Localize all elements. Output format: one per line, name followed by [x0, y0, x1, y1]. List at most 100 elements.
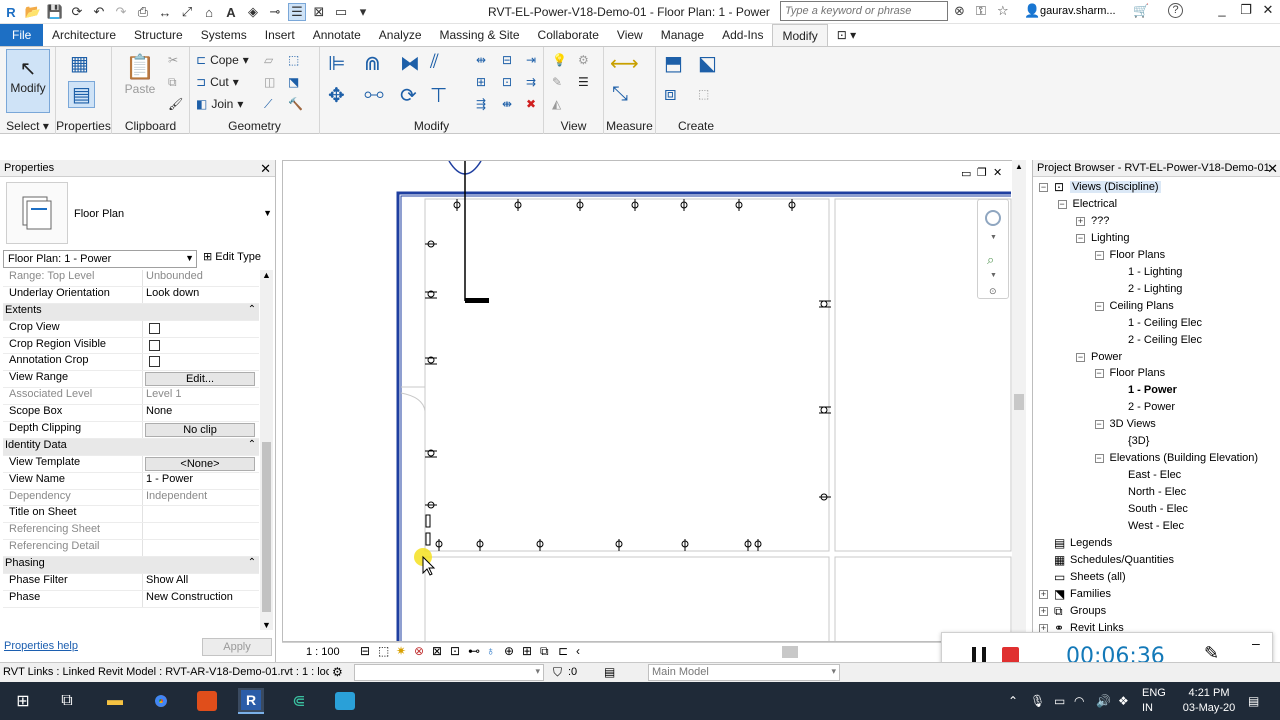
hide-element-icon[interactable]: 💡	[552, 53, 567, 67]
pause-icon[interactable]	[972, 647, 986, 663]
mirror-axis-icon[interactable]: ⧓	[400, 51, 420, 76]
browser-node[interactable]: Ceiling Plans	[1110, 300, 1174, 312]
browser-node[interactable]: Views (Discipline)	[1070, 181, 1161, 193]
property-value[interactable]: Look down	[143, 287, 259, 303]
property-row[interactable]: Phase Filter Show All	[3, 574, 259, 591]
tab-structure[interactable]: Structure	[125, 24, 192, 46]
filter-icon[interactable]: ⛉	[553, 665, 562, 680]
switch-windows-icon[interactable]: ▭	[332, 3, 350, 21]
tab-insert[interactable]: Insert	[256, 24, 304, 46]
extend-icon[interactable]: ⇶	[476, 97, 486, 111]
section-icon[interactable]: ⊸	[266, 3, 284, 21]
array-icon[interactable]: ⇥	[526, 53, 536, 67]
mirror-draw-icon[interactable]: ⫽	[430, 51, 439, 74]
text-icon[interactable]: A	[222, 3, 240, 21]
star-icon[interactable]: ☆	[997, 3, 1009, 19]
pin-icon[interactable]: ⊟	[502, 53, 512, 67]
scroll-up-icon[interactable]: ▲	[1015, 162, 1023, 171]
close-button[interactable]: ✕	[1256, 2, 1280, 22]
property-row[interactable]: Referencing Sheet	[3, 523, 259, 541]
remove-paint-icon[interactable]: ⟋	[264, 97, 272, 112]
trim-extend-icon[interactable]: ⇉	[526, 75, 536, 89]
close-icon[interactable]: ✕	[1267, 161, 1278, 176]
property-group-header[interactable]: Phasing ⌃	[3, 557, 259, 575]
property-row[interactable]: Crop View	[3, 320, 259, 338]
property-value[interactable]: Show All	[143, 574, 259, 590]
collapse-icon[interactable]: −	[1094, 420, 1104, 430]
property-value[interactable]: New Construction	[143, 591, 259, 607]
property-button[interactable]: <None>	[145, 456, 255, 471]
temporary-hide-icon[interactable]: ⊷	[468, 644, 480, 658]
minimize-button[interactable]: _	[1210, 2, 1234, 22]
property-button[interactable]: No clip	[145, 423, 255, 437]
collapse-icon[interactable]: −	[1094, 369, 1104, 379]
property-row[interactable]: Underlay Orientation Look down	[3, 286, 259, 304]
help-icon[interactable]: ?	[1168, 3, 1183, 18]
design-option-dropdown[interactable]: Main Model ▾	[648, 664, 840, 681]
view-close-icon[interactable]: ✕	[993, 166, 1002, 179]
property-row[interactable]: View Template <None>	[3, 455, 259, 473]
modify-button[interactable]: ↖ Modify	[6, 49, 50, 113]
browser-node[interactable]: Floor Plans	[1110, 249, 1166, 261]
collapse-icon[interactable]: −	[1094, 250, 1104, 260]
tab-add-ins[interactable]: Add-Ins	[713, 24, 772, 46]
expand-icon[interactable]: +	[1039, 606, 1048, 616]
trim-icon[interactable]: ⊤	[430, 83, 447, 108]
highlight-displacement-icon[interactable]: ⧉	[540, 644, 549, 659]
type-selector[interactable]: Floor Plan ▼	[4, 182, 274, 248]
property-group-header[interactable]: Extents ⌃	[3, 303, 259, 321]
browser-node[interactable]: Groups	[1070, 605, 1106, 617]
browser-node[interactable]: South - Elec	[1128, 503, 1188, 515]
revit-icon[interactable]: R	[238, 688, 264, 714]
close-hidden-icon[interactable]: ⊠	[310, 3, 328, 21]
property-button[interactable]: Edit...	[145, 372, 255, 387]
apply-button[interactable]: Apply	[202, 638, 272, 656]
create-parts-icon[interactable]: ⬕	[698, 51, 717, 76]
horizontal-scrollbar[interactable]	[782, 646, 798, 658]
browser-node[interactable]: 2 - Power	[1128, 401, 1175, 413]
tab-view[interactable]: View	[608, 24, 652, 46]
crop-view-icon[interactable]: ⊠	[432, 644, 442, 658]
property-row[interactable]: Scope Box None	[3, 405, 259, 423]
align-icon[interactable]: ⊫	[328, 51, 345, 76]
wall-joins-icon[interactable]: ⬚	[288, 53, 299, 67]
binoculars-icon[interactable]: ⊗	[954, 3, 965, 19]
demolish-geometry-icon[interactable]: ⬔	[288, 75, 299, 89]
subscription-icon[interactable]: ⚿	[976, 3, 986, 19]
browser-node[interactable]: Sheets (all)	[1070, 571, 1126, 583]
match-properties-icon[interactable]: 🖌	[168, 97, 183, 111]
create-similar-icon[interactable]: ⬚	[698, 87, 709, 101]
tab-modify[interactable]: Modify	[772, 24, 828, 46]
notifications-icon[interactable]: ▤	[1248, 694, 1259, 708]
ribbon-options-icon[interactable]: ⊡ ▾	[828, 24, 865, 46]
tab-analyze[interactable]: Analyze	[370, 24, 431, 46]
property-row[interactable]: Associated Level Level 1	[3, 388, 259, 406]
tab-systems[interactable]: Systems	[192, 24, 256, 46]
property-row[interactable]: Referencing Detail	[3, 540, 259, 558]
browser-node[interactable]: West - Elec	[1128, 520, 1184, 532]
user-name[interactable]: gaurav.sharm...	[1040, 5, 1116, 17]
collapse-icon[interactable]: −	[1057, 199, 1067, 209]
edit-type-button[interactable]: ⊞ Edit Type	[203, 250, 261, 263]
scrollbar-thumb[interactable]	[1014, 394, 1024, 410]
scroll-up-icon[interactable]: ▲	[262, 270, 271, 280]
property-group-header[interactable]: Identity Data ⌃	[3, 438, 259, 456]
property-checkbox[interactable]	[149, 322, 160, 334]
collapse-icon[interactable]: −	[1076, 233, 1085, 243]
delete-icon[interactable]: ✖	[526, 97, 536, 111]
tab-annotate[interactable]: Annotate	[304, 24, 370, 46]
sun-path-icon[interactable]: ✷	[396, 644, 406, 658]
browser-node[interactable]: 1 - Power	[1128, 384, 1177, 396]
property-row[interactable]: Crop Region Visible	[3, 337, 259, 355]
property-value[interactable]: None	[143, 405, 259, 421]
cad-icon[interactable]: ⋐	[286, 688, 312, 714]
browser-scrollbar[interactable]	[1274, 178, 1280, 648]
save-icon[interactable]: 💾	[46, 3, 64, 21]
cart-icon[interactable]: 🛒	[1133, 3, 1149, 19]
tab-file[interactable]: File	[0, 24, 43, 46]
property-row[interactable]: Title on Sheet	[3, 506, 259, 524]
nav-bar-options-icon[interactable]: ⊙	[989, 286, 997, 297]
property-checkbox[interactable]	[149, 356, 160, 368]
crop-region-icon[interactable]: ⊡	[450, 644, 460, 658]
workset-dropdown[interactable]: ▾	[354, 664, 544, 681]
